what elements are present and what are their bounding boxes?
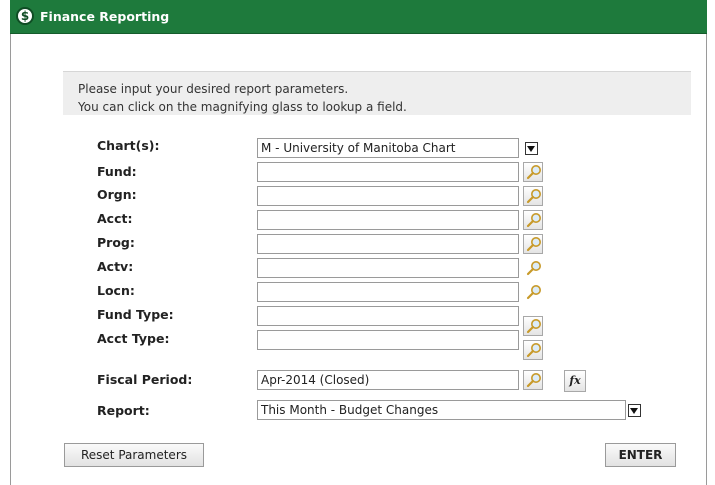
magnifying-glass-icon — [526, 343, 541, 358]
magnifying-glass-icon — [526, 261, 541, 276]
fiscal-period-lookup-button[interactable] — [523, 370, 543, 390]
instructions-line-1: Please input your desired report paramet… — [78, 82, 349, 96]
magnifying-glass-icon — [526, 319, 541, 334]
acct-lookup-button[interactable] — [523, 210, 543, 230]
reset-parameters-button[interactable]: Reset Parameters — [64, 443, 204, 467]
prog-input[interactable] — [257, 234, 519, 254]
prog-lookup-button[interactable] — [523, 234, 543, 254]
fiscal-period-label: Fiscal Period: — [97, 372, 193, 387]
page-title: Finance Reporting — [40, 9, 170, 24]
acct-type-label: Acct Type: — [97, 331, 170, 346]
prog-label: Prog: — [97, 235, 135, 250]
acct-input[interactable] — [257, 210, 519, 230]
acct-type-lookup-button[interactable] — [523, 340, 543, 360]
fund-type-label: Fund Type: — [97, 307, 174, 322]
orgn-input[interactable] — [257, 186, 519, 206]
instructions-panel: Please input your desired report paramet… — [63, 71, 691, 115]
magnifying-glass-icon — [526, 237, 541, 252]
chart-select[interactable]: M - University of Manitoba Chart — [257, 138, 519, 158]
instructions-line-2: You can click on the magnifying glass to… — [78, 100, 407, 114]
chart-dropdown-arrow-icon[interactable] — [525, 142, 538, 155]
magnifying-glass-icon — [526, 213, 541, 228]
report-dropdown-arrow-icon[interactable] — [628, 404, 641, 417]
chart-label: Chart(s): — [97, 138, 160, 153]
acct-type-input[interactable] — [257, 330, 519, 350]
magnifying-glass-icon — [526, 373, 541, 388]
acct-label: Acct: — [97, 211, 133, 226]
enter-button[interactable]: ENTER — [605, 443, 676, 467]
locn-lookup-button[interactable] — [525, 283, 543, 301]
actv-lookup-button[interactable] — [525, 259, 543, 277]
fund-lookup-button[interactable] — [523, 162, 543, 182]
actv-input[interactable] — [257, 258, 519, 278]
dollar-logo-icon: $ — [16, 7, 34, 25]
locn-label: Locn: — [97, 283, 135, 298]
locn-input[interactable] — [257, 282, 519, 302]
fiscal-period-input[interactable] — [257, 370, 519, 390]
report-label: Report: — [97, 403, 150, 418]
magnifying-glass-icon — [526, 285, 541, 300]
report-select[interactable]: This Month - Budget Changes — [257, 400, 626, 420]
actv-label: Actv: — [97, 259, 134, 274]
magnifying-glass-icon — [526, 189, 541, 204]
magnifying-glass-icon — [526, 165, 541, 180]
fund-input[interactable] — [257, 162, 519, 182]
fund-type-input[interactable] — [257, 306, 519, 326]
fund-type-lookup-button[interactable] — [523, 316, 543, 336]
function-icon: fx — [569, 374, 581, 387]
orgn-label: Orgn: — [97, 187, 137, 202]
orgn-lookup-button[interactable] — [523, 186, 543, 206]
title-bar: $ Finance Reporting — [10, 0, 707, 34]
fund-label: Fund: — [97, 164, 137, 179]
function-button[interactable]: fx — [564, 370, 586, 392]
